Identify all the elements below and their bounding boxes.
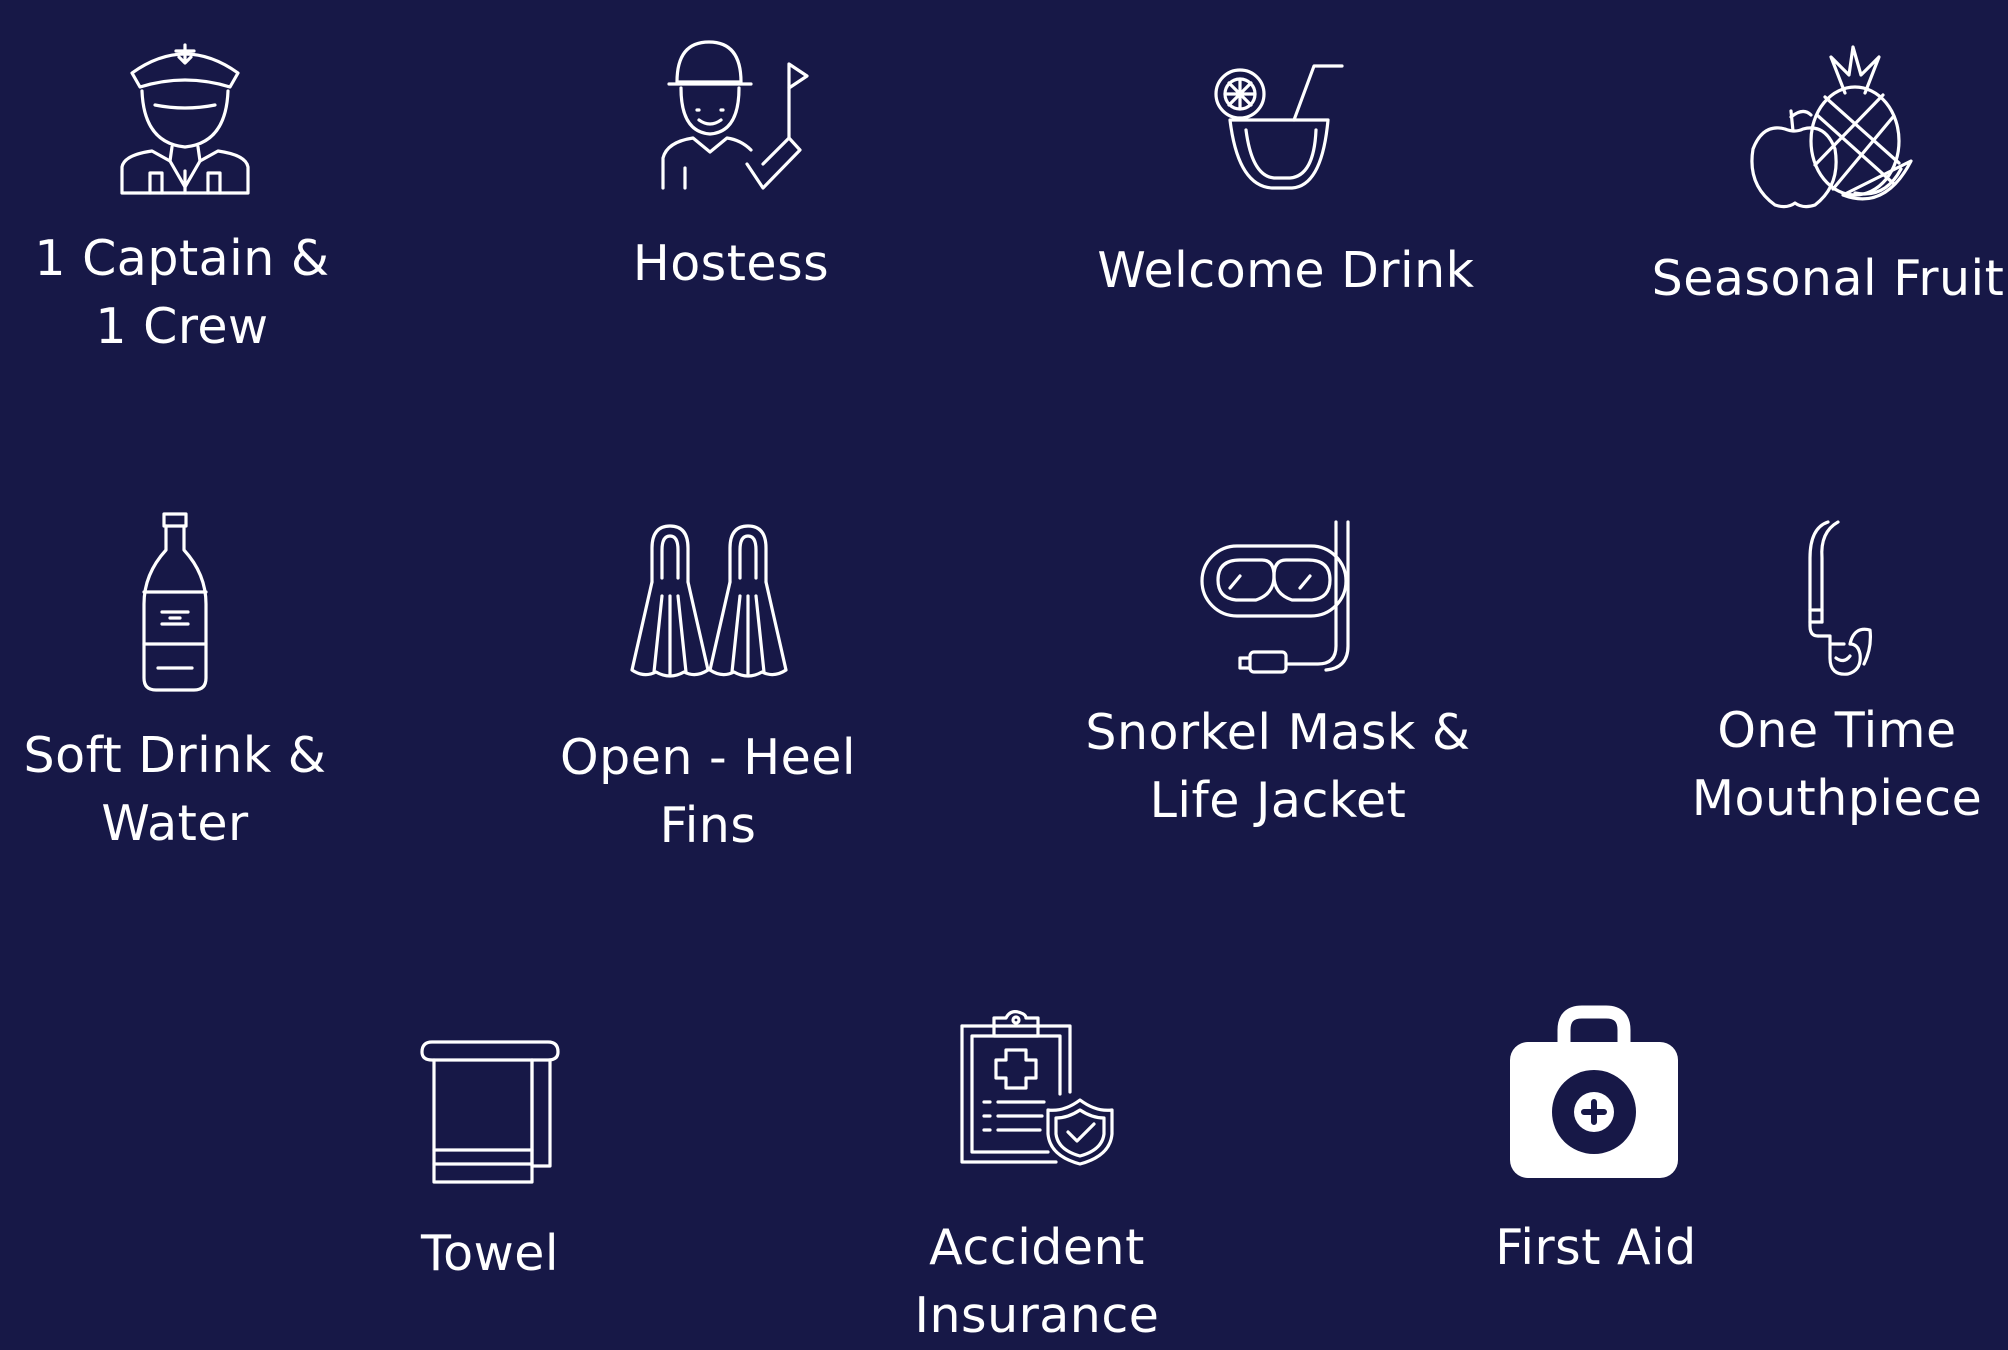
mouthpiece-icon (1800, 518, 1875, 678)
towel-icon (420, 1040, 560, 1185)
amenity-soft-drink-water-label: Soft Drink & Water (23, 727, 327, 852)
snorkel-mask-icon (1200, 520, 1355, 674)
seasonal-fruit-icon (1745, 45, 1915, 210)
welcome-drink-icon (1210, 60, 1345, 190)
amenity-mouthpiece-label: One Time Mouthpiece (1691, 702, 1983, 827)
hostess-icon (655, 40, 810, 190)
amenity-first-aid-label: First Aid (1495, 1219, 1697, 1276)
amenity-welcome-drink-label: Welcome Drink (1097, 242, 1475, 299)
accident-insurance-icon (960, 1010, 1115, 1166)
soft-drink-bottle-icon (140, 512, 210, 692)
amenity-captain-crew-label: 1 Captain & 1 Crew (34, 230, 330, 355)
amenity-seasonal-fruit-label: Seasonal Fruit (1651, 250, 2005, 307)
amenity-snorkel-mask-label: Snorkel Mask & Life Jacket (1085, 704, 1471, 829)
amenity-hostess-label: Hostess (632, 235, 830, 292)
captain-icon (110, 35, 260, 195)
amenity-accident-insurance-label: Accident Insurance (914, 1219, 1160, 1344)
amenity-fins-label: Open - Heel Fins (560, 729, 856, 854)
amenity-towel-label: Towel (421, 1225, 559, 1282)
fins-icon (630, 522, 790, 680)
first-aid-kit-icon (1508, 1005, 1680, 1180)
